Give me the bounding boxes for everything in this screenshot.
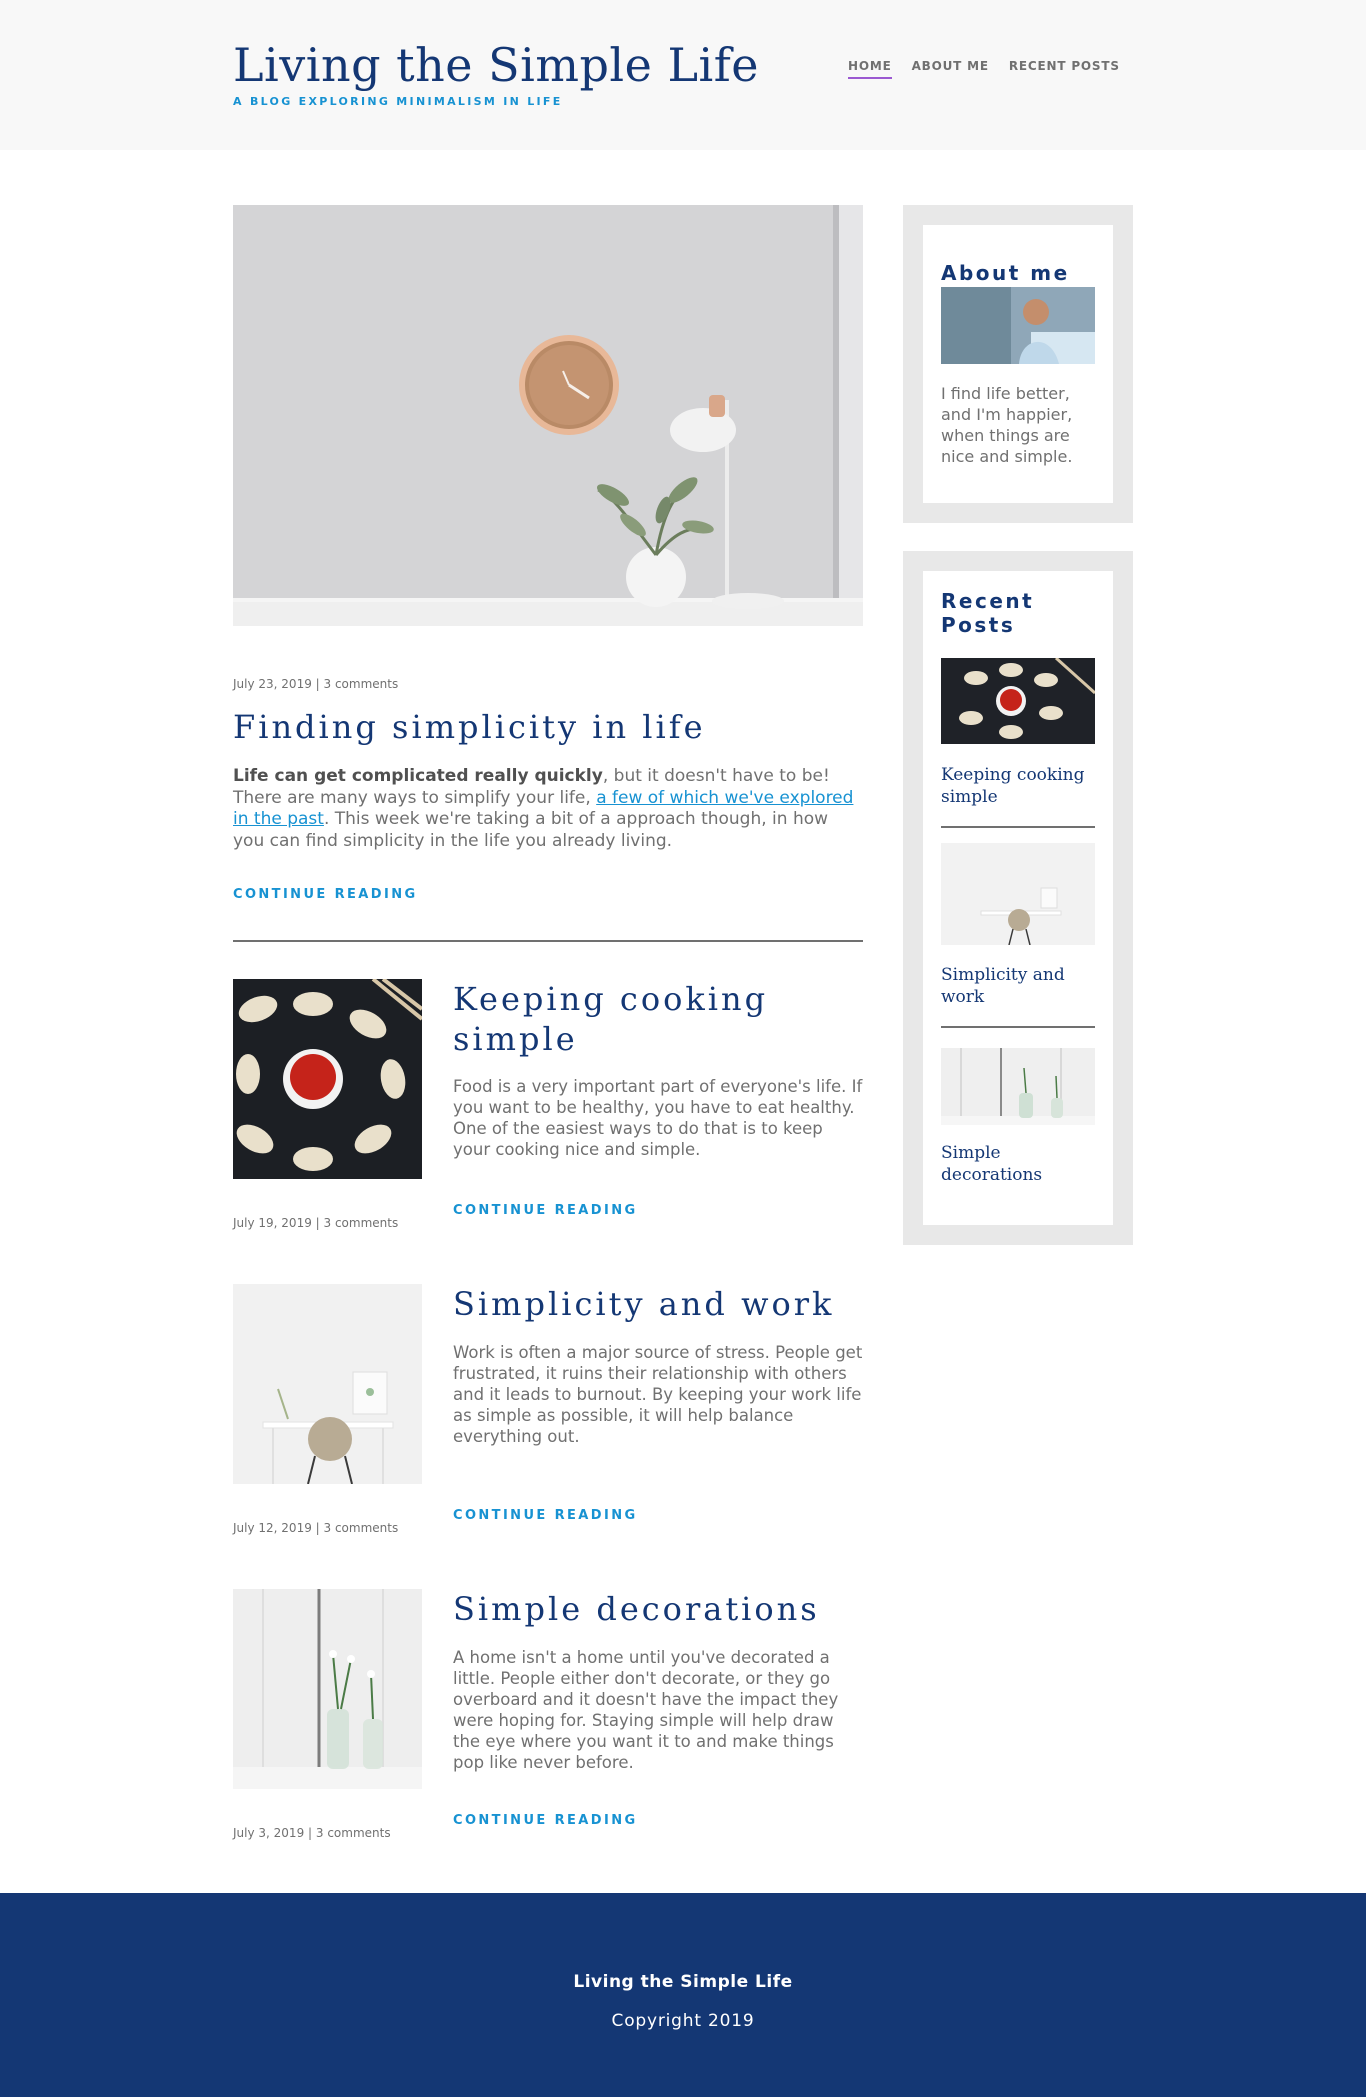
post-thumbnail[interactable] <box>233 1284 422 1484</box>
brand: Living the Simple Life A blog exploring … <box>233 37 759 108</box>
about-me-card: About me I find life better, and I'm hap… <box>923 225 1113 503</box>
post-excerpt: Food is a very important part of everyon… <box>453 1077 863 1159</box>
recent-post-link[interactable]: Keeping cooking simple <box>941 764 1084 808</box>
post-title[interactable]: Keeping cooking simple <box>453 979 853 1059</box>
post-meta: July 12, 2019 | 3 comments <box>233 1521 399 1535</box>
nav-recent-posts[interactable]: RECENT POSTS <box>1009 59 1120 79</box>
recent-posts-title: Recent Posts <box>941 589 1034 637</box>
featured-image[interactable] <box>233 205 863 626</box>
post-continue-reading[interactable]: CONTINUE READING <box>453 1813 638 1828</box>
recent-post-link-line1: Simple <box>941 1143 1001 1163</box>
about-me-widget: About me I find life better, and I'm hap… <box>903 205 1133 523</box>
main-nav: HOME ABOUT ME RECENT POSTS <box>848 59 1120 79</box>
recent-posts-widget: Recent Posts Keeping cooking simple Simp… <box>903 551 1133 1245</box>
recent-post-link-line1: Keeping cooking <box>941 765 1085 785</box>
site-title[interactable]: Living the Simple Life <box>233 37 759 93</box>
recent-post-link[interactable]: Simplicity and work <box>941 964 1065 1008</box>
recent-post-link[interactable]: Simple decorations <box>941 1142 1042 1186</box>
post-meta: July 19, 2019 | 3 comments <box>233 1216 399 1230</box>
post-title[interactable]: Simplicity and work <box>453 1284 853 1324</box>
site-footer: Living the Simple Life Copyright 2019 <box>0 1893 1366 2097</box>
dumplings-image <box>941 658 1095 744</box>
vases-image <box>233 1589 422 1789</box>
vases-image <box>941 1048 1095 1125</box>
author-photo <box>941 287 1095 364</box>
about-me-title: About me <box>941 261 1070 285</box>
about-me-text: I find life better, and I'm happier, whe… <box>941 384 1073 466</box>
featured-post-title[interactable]: Finding simplicity in life <box>233 708 706 746</box>
recent-post-link-line1: Simplicity and <box>941 965 1065 985</box>
nav-home[interactable]: HOME <box>848 59 892 79</box>
nav-about-me[interactable]: ABOUT ME <box>912 59 989 79</box>
recent-post-divider <box>941 1026 1095 1028</box>
post-excerpt: Work is often a major source of stress. … <box>453 1343 863 1446</box>
desk-chair-image <box>233 1284 422 1484</box>
post-item: July 12, 2019 | 3 comments Simplicity an… <box>233 1284 863 1564</box>
desk-chair-image <box>941 843 1095 945</box>
post-continue-reading[interactable]: CONTINUE READING <box>453 1508 638 1523</box>
featured-post-meta: July 23, 2019 | 3 comments <box>233 677 399 691</box>
recent-posts-card: Recent Posts Keeping cooking simple Simp… <box>923 571 1113 1225</box>
footer-title: Living the Simple Life <box>573 1972 793 1992</box>
recent-post-thumbnail[interactable] <box>941 658 1095 744</box>
post-thumbnail[interactable] <box>233 1589 422 1789</box>
site-tagline: A blog exploring minimalism in life <box>233 95 563 108</box>
recent-post-thumbnail[interactable] <box>941 1048 1095 1125</box>
featured-continue-reading[interactable]: CONTINUE READING <box>233 887 418 902</box>
featured-post-excerpt: Life can get complicated really quickly,… <box>233 766 863 852</box>
post-item: July 19, 2019 | 3 comments Keeping cooki… <box>233 979 863 1259</box>
author-avatar <box>941 287 1095 364</box>
recent-post-thumbnail[interactable] <box>941 843 1095 945</box>
recent-post-link-line2: simple <box>941 787 998 807</box>
post-item: July 3, 2019 | 3 comments Simple decorat… <box>233 1589 863 1869</box>
post-title[interactable]: Simple decorations <box>453 1589 853 1629</box>
content-divider <box>233 940 863 942</box>
featured-image-art <box>233 205 863 626</box>
post-excerpt: A home isn't a home until you've decorat… <box>453 1648 839 1772</box>
recent-post-divider <box>941 826 1095 828</box>
recent-posts-title-line1: Recent <box>941 589 1035 613</box>
featured-excerpt-bold: Life can get complicated really quickly <box>233 766 603 786</box>
post-thumbnail[interactable] <box>233 979 422 1179</box>
site-header: Living the Simple Life A blog exploring … <box>0 0 1366 150</box>
post-meta: July 3, 2019 | 3 comments <box>233 1826 391 1840</box>
footer-copyright: Copyright 2019 <box>611 2011 755 2031</box>
recent-posts-title-line2: Posts <box>941 613 1016 637</box>
dumplings-image <box>233 979 422 1179</box>
post-continue-reading[interactable]: CONTINUE READING <box>453 1203 638 1218</box>
recent-post-link-line2: decorations <box>941 1165 1043 1185</box>
recent-post-link-line2: work <box>941 987 985 1007</box>
